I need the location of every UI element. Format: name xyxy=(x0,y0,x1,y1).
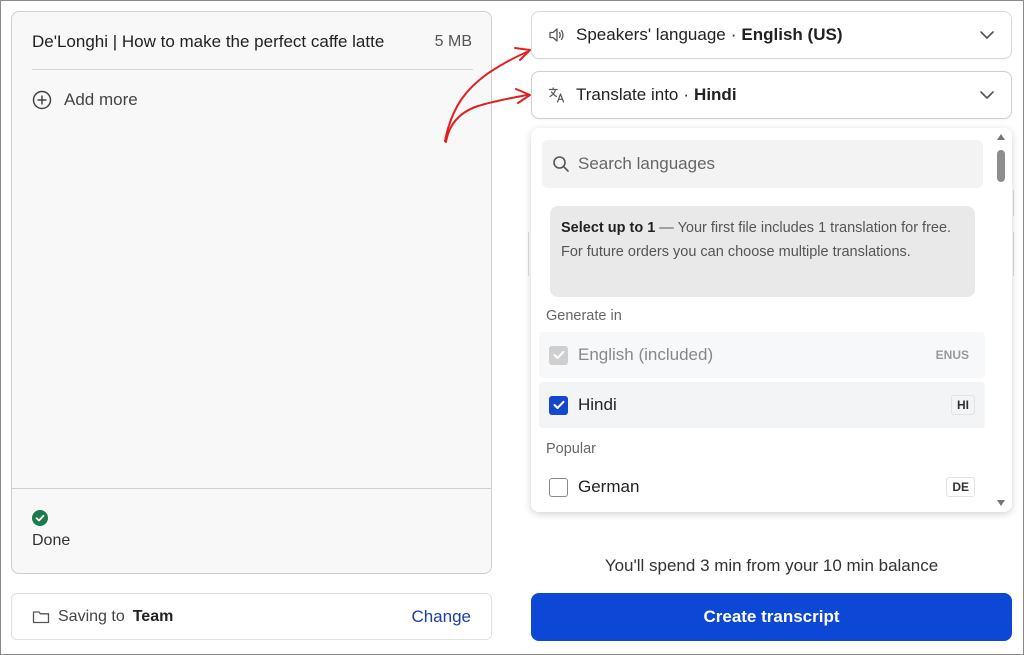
language-code: ENUS xyxy=(935,348,969,362)
plus-circle-icon xyxy=(32,90,52,110)
language-code: HI xyxy=(951,395,975,415)
scrollbar[interactable] xyxy=(994,134,1008,508)
language-option-english: English (included) ENUS xyxy=(539,332,985,378)
speakers-language-select[interactable]: Speakers' language · English (US) xyxy=(531,11,1012,59)
add-more-label: Add more xyxy=(64,90,138,109)
speaker-icon xyxy=(549,28,564,42)
folder-icon xyxy=(32,610,50,623)
create-transcript-button[interactable]: Create transcript xyxy=(531,593,1012,641)
scrollbar-thumb[interactable] xyxy=(997,150,1005,182)
translate-into-select[interactable]: Translate into · Hindi xyxy=(531,71,1012,119)
file-name: De'Longhi | How to make the perfect caff… xyxy=(32,32,385,51)
saving-label: Saving to xyxy=(58,607,125,625)
language-name: English (included) xyxy=(578,345,714,364)
file-size: 5 MB xyxy=(434,33,472,50)
group-label-generate: Generate in xyxy=(546,308,622,324)
info-notice: Select up to 1 — Your first file include… xyxy=(550,206,975,297)
translate-icon xyxy=(548,87,565,103)
search-box xyxy=(542,140,983,188)
saving-bar: Saving to Team Change xyxy=(11,593,492,640)
add-more-button[interactable]: Add more xyxy=(32,88,138,112)
saving-target: Team xyxy=(132,607,174,625)
status-label: Done xyxy=(32,532,71,549)
language-dropdown: Select up to 1 — Your first file include… xyxy=(531,128,1012,512)
separator: · xyxy=(683,85,690,104)
checkbox-disabled xyxy=(549,345,568,365)
files-panel: De'Longhi | How to make the perfect caff… xyxy=(11,11,492,574)
search-icon xyxy=(553,156,569,172)
check-circle-icon xyxy=(32,510,48,526)
checkbox-checked[interactable] xyxy=(549,395,568,415)
divider xyxy=(12,488,491,489)
speakers-value: English (US) xyxy=(741,25,843,44)
info-strong: Select up to 1 xyxy=(561,220,656,236)
checkbox-unchecked[interactable] xyxy=(549,477,568,497)
divider xyxy=(32,69,473,70)
chevron-down-icon xyxy=(980,31,994,39)
check-icon xyxy=(553,350,564,359)
translate-value: Hindi xyxy=(694,85,737,104)
scroll-down-arrow-icon[interactable] xyxy=(997,500,1005,506)
file-item[interactable]: De'Longhi | How to make the perfect caff… xyxy=(32,30,472,54)
language-code: DE xyxy=(946,477,975,497)
chevron-down-icon xyxy=(980,91,994,99)
scroll-up-arrow-icon[interactable] xyxy=(997,134,1005,140)
separator: · xyxy=(730,25,737,44)
language-name: German xyxy=(578,477,640,496)
language-name: Hindi xyxy=(578,395,617,414)
balance-text: You'll spend 3 min from your 10 min bala… xyxy=(604,556,939,575)
language-option-german[interactable]: German DE xyxy=(539,464,985,510)
language-option-hindi[interactable]: Hindi HI xyxy=(539,382,985,428)
group-label-popular: Popular xyxy=(546,441,596,457)
search-input[interactable] xyxy=(578,154,958,174)
change-link[interactable]: Change xyxy=(411,607,471,627)
check-icon xyxy=(553,400,564,409)
translate-label: Translate into xyxy=(576,85,679,104)
speakers-label: Speakers' language xyxy=(576,25,726,44)
